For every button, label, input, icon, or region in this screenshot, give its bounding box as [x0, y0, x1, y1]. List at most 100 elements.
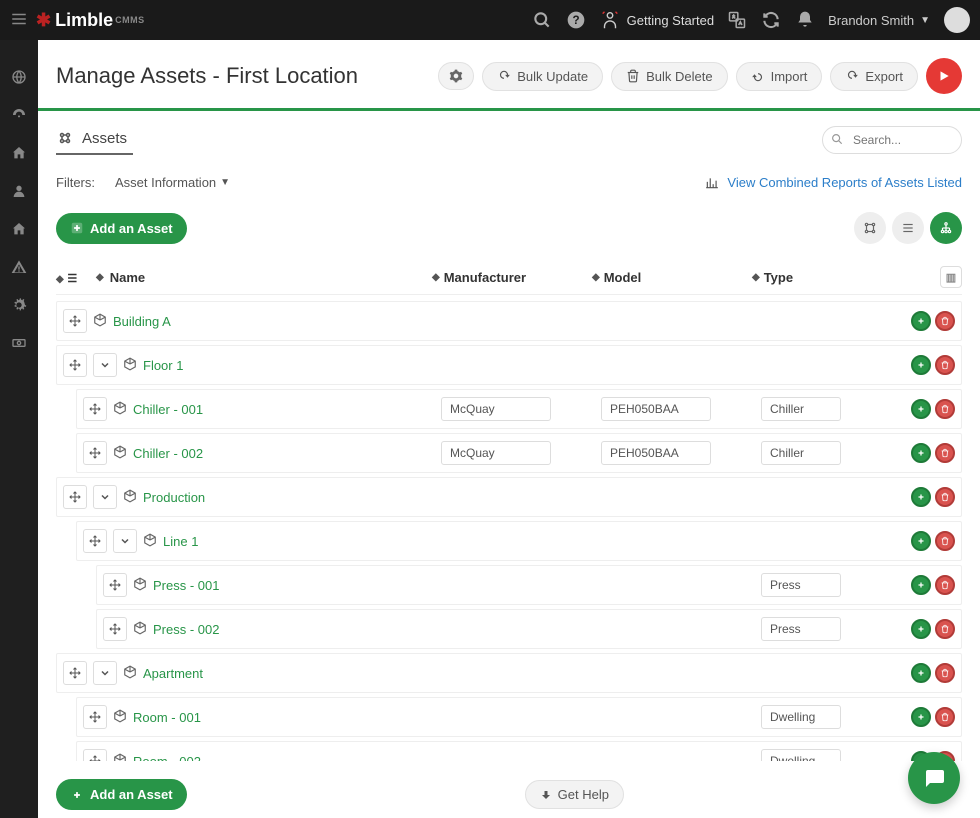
drag-handle[interactable]	[83, 529, 107, 553]
row-delete-button[interactable]	[935, 575, 955, 595]
expand-toggle[interactable]	[93, 353, 117, 377]
col-model[interactable]: Model	[604, 270, 642, 285]
col-type[interactable]: Type	[764, 270, 793, 285]
avatar[interactable]	[944, 7, 970, 33]
view-graph-button[interactable]	[854, 212, 886, 244]
tab-assets[interactable]: Assets	[56, 125, 133, 155]
sort-icon[interactable]: ◆	[56, 274, 64, 285]
sidebar-building-icon[interactable]	[0, 210, 38, 248]
asset-name-link[interactable]: Chiller - 002	[133, 446, 203, 461]
row-add-button[interactable]	[911, 619, 931, 639]
add-asset-button-footer[interactable]: Add an Asset	[56, 779, 187, 810]
asset-name-link[interactable]: Floor 1	[143, 358, 183, 373]
search-icon[interactable]	[525, 3, 559, 37]
type-input[interactable]	[761, 705, 841, 729]
sidebar-globe-icon[interactable]	[0, 58, 38, 96]
sidebar-user-icon[interactable]	[0, 172, 38, 210]
row-add-button[interactable]	[911, 443, 931, 463]
settings-button[interactable]	[438, 62, 474, 90]
manufacturer-input[interactable]	[441, 441, 551, 465]
bulk-update-button[interactable]: Bulk Update	[482, 62, 603, 91]
row-delete-button[interactable]	[935, 399, 955, 419]
columns-toggle-button[interactable]: ▥	[940, 266, 962, 288]
list-icon[interactable]: ☰	[67, 273, 77, 285]
drag-handle[interactable]	[63, 353, 87, 377]
drag-handle[interactable]	[83, 705, 107, 729]
asset-name-link[interactable]: Building A	[113, 314, 171, 329]
col-manufacturer[interactable]: Manufacturer	[444, 270, 526, 285]
translate-icon[interactable]	[720, 3, 754, 37]
help-icon[interactable]: ?	[559, 3, 593, 37]
manufacturer-input[interactable]	[441, 397, 551, 421]
drag-handle[interactable]	[63, 309, 87, 333]
sort-icon[interactable]: ◆	[592, 272, 600, 283]
drag-handle[interactable]	[63, 485, 87, 509]
row-add-button[interactable]	[911, 311, 931, 331]
col-name[interactable]: Name	[110, 270, 145, 285]
expand-toggle[interactable]	[93, 661, 117, 685]
type-input[interactable]	[761, 397, 841, 421]
chat-fab[interactable]	[908, 752, 960, 804]
model-input[interactable]	[601, 441, 711, 465]
sort-icon[interactable]: ◆	[432, 272, 440, 283]
row-add-button[interactable]	[911, 663, 931, 683]
type-input[interactable]	[761, 573, 841, 597]
expand-toggle[interactable]	[113, 529, 137, 553]
row-add-button[interactable]	[911, 575, 931, 595]
sort-icon[interactable]: ◆	[96, 272, 104, 283]
user-menu[interactable]: Brandon Smith ▼	[828, 13, 930, 28]
row-delete-button[interactable]	[935, 663, 955, 683]
bell-icon[interactable]	[788, 3, 822, 37]
asset-name-link[interactable]: Room - 002	[133, 754, 201, 762]
drag-handle[interactable]	[103, 573, 127, 597]
reports-link[interactable]: View Combined Reports of Assets Listed	[705, 175, 962, 190]
asset-name-link[interactable]: Line 1	[163, 534, 198, 549]
type-input[interactable]	[761, 617, 841, 641]
row-add-button[interactable]	[911, 399, 931, 419]
asset-name-link[interactable]: Chiller - 001	[133, 402, 203, 417]
sidebar-gear-icon[interactable]	[0, 286, 38, 324]
sidebar-warning-icon[interactable]	[0, 248, 38, 286]
row-delete-button[interactable]	[935, 355, 955, 375]
drag-handle[interactable]	[83, 441, 107, 465]
asset-name-link[interactable]: Press - 001	[153, 578, 219, 593]
expand-toggle[interactable]	[93, 485, 117, 509]
row-delete-button[interactable]	[935, 707, 955, 727]
refresh-icon[interactable]	[754, 3, 788, 37]
add-asset-button[interactable]: Add an Asset	[56, 213, 187, 244]
import-button[interactable]: Import	[736, 62, 823, 91]
sort-icon[interactable]: ◆	[752, 272, 760, 283]
model-input[interactable]	[601, 397, 711, 421]
brand-logo[interactable]: ✱ Limble CMMS	[36, 10, 145, 31]
row-delete-button[interactable]	[935, 619, 955, 639]
menu-icon[interactable]	[10, 10, 28, 31]
row-delete-button[interactable]	[935, 311, 955, 331]
play-button[interactable]	[926, 58, 962, 94]
row-delete-button[interactable]	[935, 487, 955, 507]
row-add-button[interactable]	[911, 707, 931, 727]
drag-handle[interactable]	[83, 397, 107, 421]
view-tree-button[interactable]	[930, 212, 962, 244]
type-input[interactable]	[761, 749, 841, 761]
sidebar-dashboard-icon[interactable]	[0, 96, 38, 134]
filter-asset-info[interactable]: Asset Information ▼	[115, 175, 230, 190]
row-delete-button[interactable]	[935, 531, 955, 551]
row-add-button[interactable]	[911, 487, 931, 507]
drag-handle[interactable]	[103, 617, 127, 641]
row-add-button[interactable]	[911, 531, 931, 551]
type-input[interactable]	[761, 441, 841, 465]
get-help-button[interactable]: Get Help	[525, 780, 624, 809]
sidebar-money-icon[interactable]	[0, 324, 38, 362]
bulk-delete-button[interactable]: Bulk Delete	[611, 62, 727, 91]
asset-name-link[interactable]: Apartment	[143, 666, 203, 681]
asset-name-link[interactable]: Production	[143, 490, 205, 505]
asset-name-link[interactable]: Room - 001	[133, 710, 201, 725]
drag-handle[interactable]	[83, 749, 107, 761]
getting-started-link[interactable]: Getting Started	[599, 9, 714, 31]
view-list-button[interactable]	[892, 212, 924, 244]
row-delete-button[interactable]	[935, 443, 955, 463]
asset-name-link[interactable]: Press - 002	[153, 622, 219, 637]
export-button[interactable]: Export	[830, 62, 918, 91]
sidebar-home-icon[interactable]	[0, 134, 38, 172]
row-add-button[interactable]	[911, 355, 931, 375]
